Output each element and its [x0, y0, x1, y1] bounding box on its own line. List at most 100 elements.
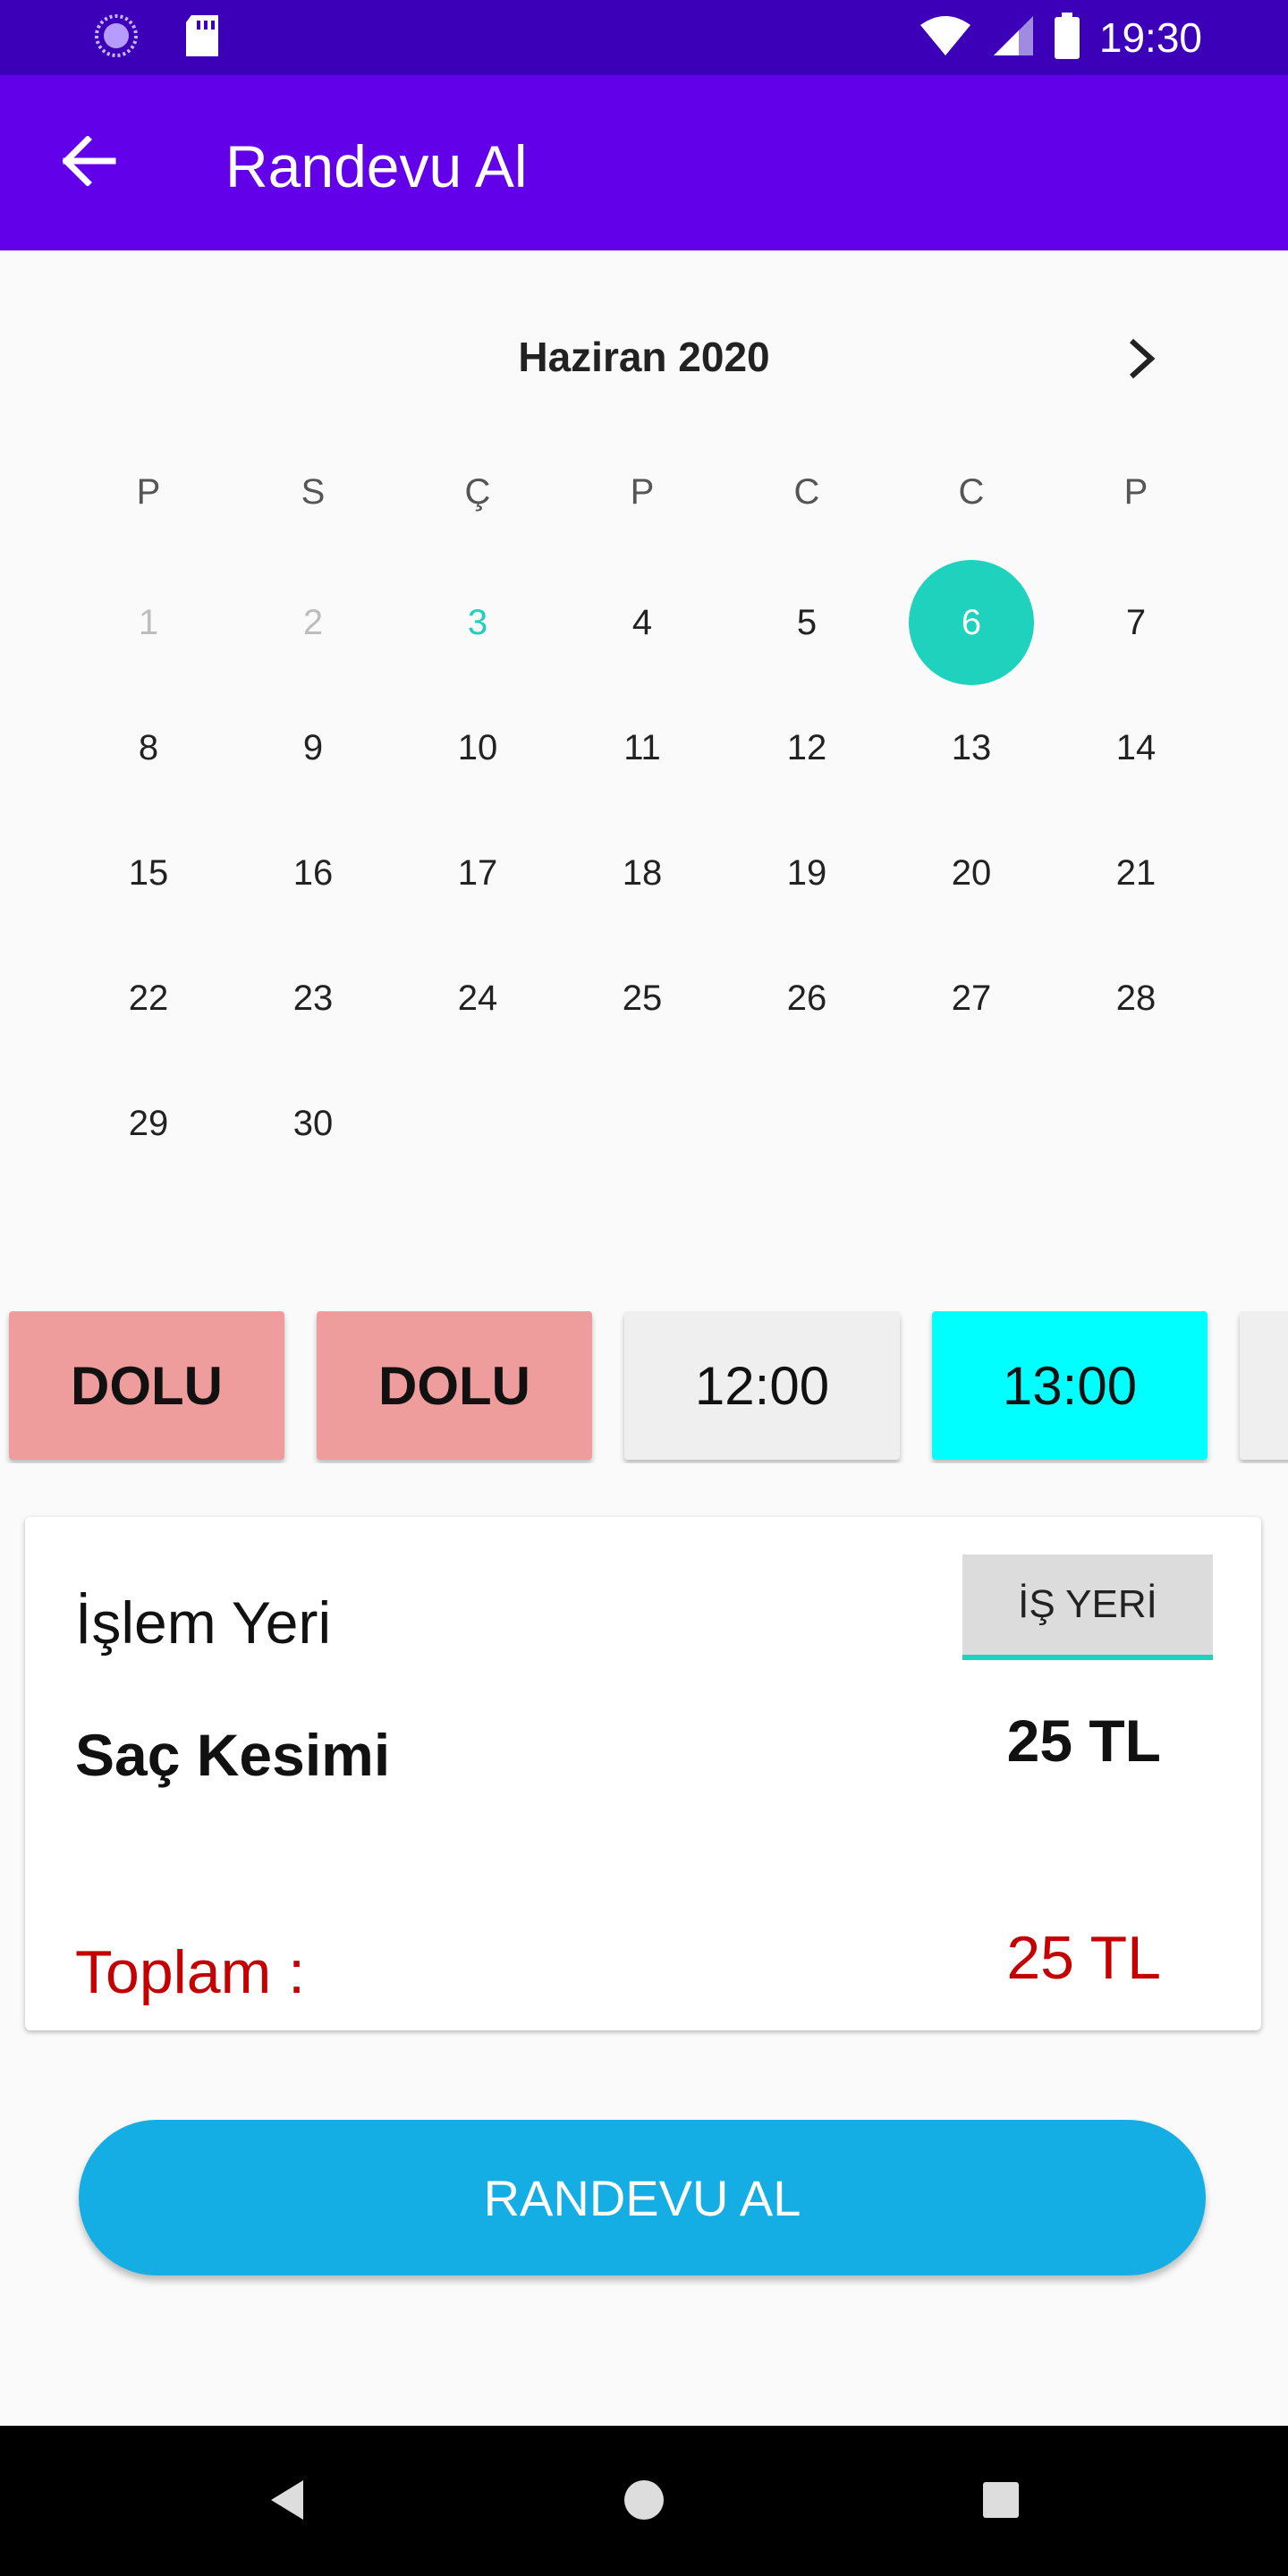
calendar-day-selected[interactable]: 6	[889, 560, 1054, 685]
calendar-day[interactable]: 25	[560, 936, 724, 1061]
calendar-day[interactable]: 26	[724, 936, 889, 1061]
calendar-day[interactable]: 28	[1054, 936, 1218, 1061]
calendar-day-number: 14	[1115, 727, 1157, 767]
status-bar: 19:30	[0, 0, 1288, 75]
weekday-label: C	[958, 472, 985, 512]
calendar-day[interactable]: 27	[889, 936, 1054, 1061]
nav-recents-button[interactable]	[961, 2462, 1041, 2542]
calendar-day-number: 18	[622, 852, 663, 893]
weekday-label: P	[136, 472, 161, 512]
book-appointment-button[interactable]: RANDEVU AL	[79, 2120, 1206, 2275]
time-slot-full[interactable]: DOLU	[9, 1311, 284, 1460]
sd-card-icon	[182, 13, 222, 63]
calendar-day[interactable]: 16	[231, 810, 395, 936]
calendar-day-number: 21	[1115, 852, 1157, 893]
calendar-day[interactable]: 30	[231, 1061, 395, 1186]
time-slot-available[interactable]	[1240, 1311, 1288, 1460]
calendar-day-number: 25	[622, 978, 663, 1018]
service-name: Saç Kesimi	[75, 1722, 391, 1788]
arrow-back-icon	[62, 134, 116, 191]
time-slot-full[interactable]: DOLU	[317, 1311, 592, 1460]
calendar-day-number: 26	[786, 978, 827, 1018]
calendar-day[interactable]: 24	[395, 936, 560, 1061]
calendar-day[interactable]: 4	[560, 560, 724, 685]
calendar-day: 2	[231, 560, 395, 685]
calendar-day[interactable]: 17	[395, 810, 560, 936]
weekday-label: C	[793, 472, 820, 512]
battery-icon	[1054, 12, 1080, 64]
calendar-day[interactable]: 20	[889, 810, 1054, 936]
total-value: 25 TL	[1006, 1924, 1161, 1992]
calendar-day[interactable]: 15	[66, 810, 231, 936]
nav-back-icon	[267, 2479, 307, 2526]
calendar-day-number: 2	[302, 602, 324, 642]
calendar-day-number: 22	[128, 978, 169, 1018]
calendar-day-number: 7	[1125, 602, 1147, 642]
calendar-day-number: 12	[786, 727, 827, 767]
calendar-day[interactable]: 9	[231, 685, 395, 810]
weekday-label: P	[630, 472, 655, 512]
calendar-day[interactable]: 22	[66, 936, 231, 1061]
page-title: Randevu Al	[225, 133, 528, 199]
next-month-button[interactable]	[1106, 329, 1177, 392]
calendar-day[interactable]: 8	[66, 685, 231, 810]
calendar-day[interactable]: 3	[395, 560, 560, 685]
total-label: Toplam :	[75, 1938, 305, 2006]
signal-icon	[992, 14, 1035, 62]
place-label: İşlem Yeri	[75, 1589, 332, 1656]
calendar-day-number: 9	[302, 727, 324, 767]
calendar-day-number: 29	[128, 1103, 169, 1143]
calendar-day[interactable]: 12	[724, 685, 889, 810]
calendar-day-number: 28	[1115, 978, 1157, 1018]
calendar-day-number: 11	[623, 727, 661, 767]
calendar-day-number: 30	[292, 1103, 334, 1143]
calendar-day-number: 3	[467, 602, 488, 642]
weekday-label: Ç	[464, 472, 491, 512]
calendar-day-number: 15	[128, 852, 169, 893]
time-slot-available[interactable]: 12:00	[624, 1311, 900, 1460]
weekday-label: P	[1123, 472, 1148, 512]
time-slot-selected[interactable]: 13:00	[932, 1311, 1208, 1460]
back-button[interactable]	[54, 127, 125, 199]
calendar-day-number: 16	[292, 852, 334, 893]
calendar-day[interactable]: 11	[560, 685, 724, 810]
calendar-day[interactable]: 7	[1054, 560, 1218, 685]
weekday-header: P S Ç P C C P	[66, 472, 1220, 513]
calendar-day-number: 23	[292, 978, 334, 1018]
calendar-day[interactable]: 23	[231, 936, 395, 1061]
workplace-button[interactable]: İŞ YERİ	[962, 1555, 1213, 1660]
calendar-day-number: 17	[457, 852, 498, 893]
system-nav-bar	[0, 2426, 1288, 2576]
calendar-day-number: 6	[909, 560, 1034, 685]
app-bar: Randevu Al	[0, 75, 1288, 250]
calendar-day-number: 20	[951, 852, 992, 893]
nav-home-button[interactable]	[604, 2462, 684, 2542]
wifi-icon	[919, 14, 972, 62]
calendar-header: Haziran 2020	[0, 329, 1288, 392]
activity-icon	[93, 13, 140, 64]
appointment-summary-card: İşlem Yeri İŞ YERİ Saç Kesimi 25 TL Topl…	[25, 1517, 1261, 2030]
calendar-day[interactable]: 18	[560, 810, 724, 936]
month-title: Haziran 2020	[518, 334, 770, 380]
calendar-day-number: 27	[951, 978, 992, 1018]
calendar-day[interactable]: 14	[1054, 685, 1218, 810]
calendar-day[interactable]: 10	[395, 685, 560, 810]
calendar-day-number: 1	[138, 602, 159, 642]
calendar-day: 1	[66, 560, 231, 685]
calendar-day[interactable]: 5	[724, 560, 889, 685]
nav-home-icon	[623, 2479, 665, 2526]
calendar-day[interactable]: 19	[724, 810, 889, 936]
calendar-day[interactable]: 29	[66, 1061, 231, 1186]
nav-back-button[interactable]	[247, 2462, 327, 2542]
calendar-day-number: 8	[138, 727, 159, 767]
calendar-day-number: 10	[457, 727, 498, 767]
calendar-day[interactable]: 21	[1054, 810, 1218, 936]
chevron-right-icon	[1126, 337, 1157, 385]
calendar-day-number: 13	[951, 727, 992, 767]
calendar-day-number: 19	[786, 852, 827, 893]
status-time: 19:30	[1098, 14, 1202, 61]
calendar-day[interactable]: 13	[889, 685, 1054, 810]
service-price: 25 TL	[1006, 1707, 1161, 1774]
calendar-days-grid: 1 2 3 4 5 6 7 8 9 10 11 12 13 14 15 16 17 18 19 20 21 22 23 24 2…	[66, 560, 1220, 1186]
calendar-day-number: 5	[796, 602, 818, 642]
